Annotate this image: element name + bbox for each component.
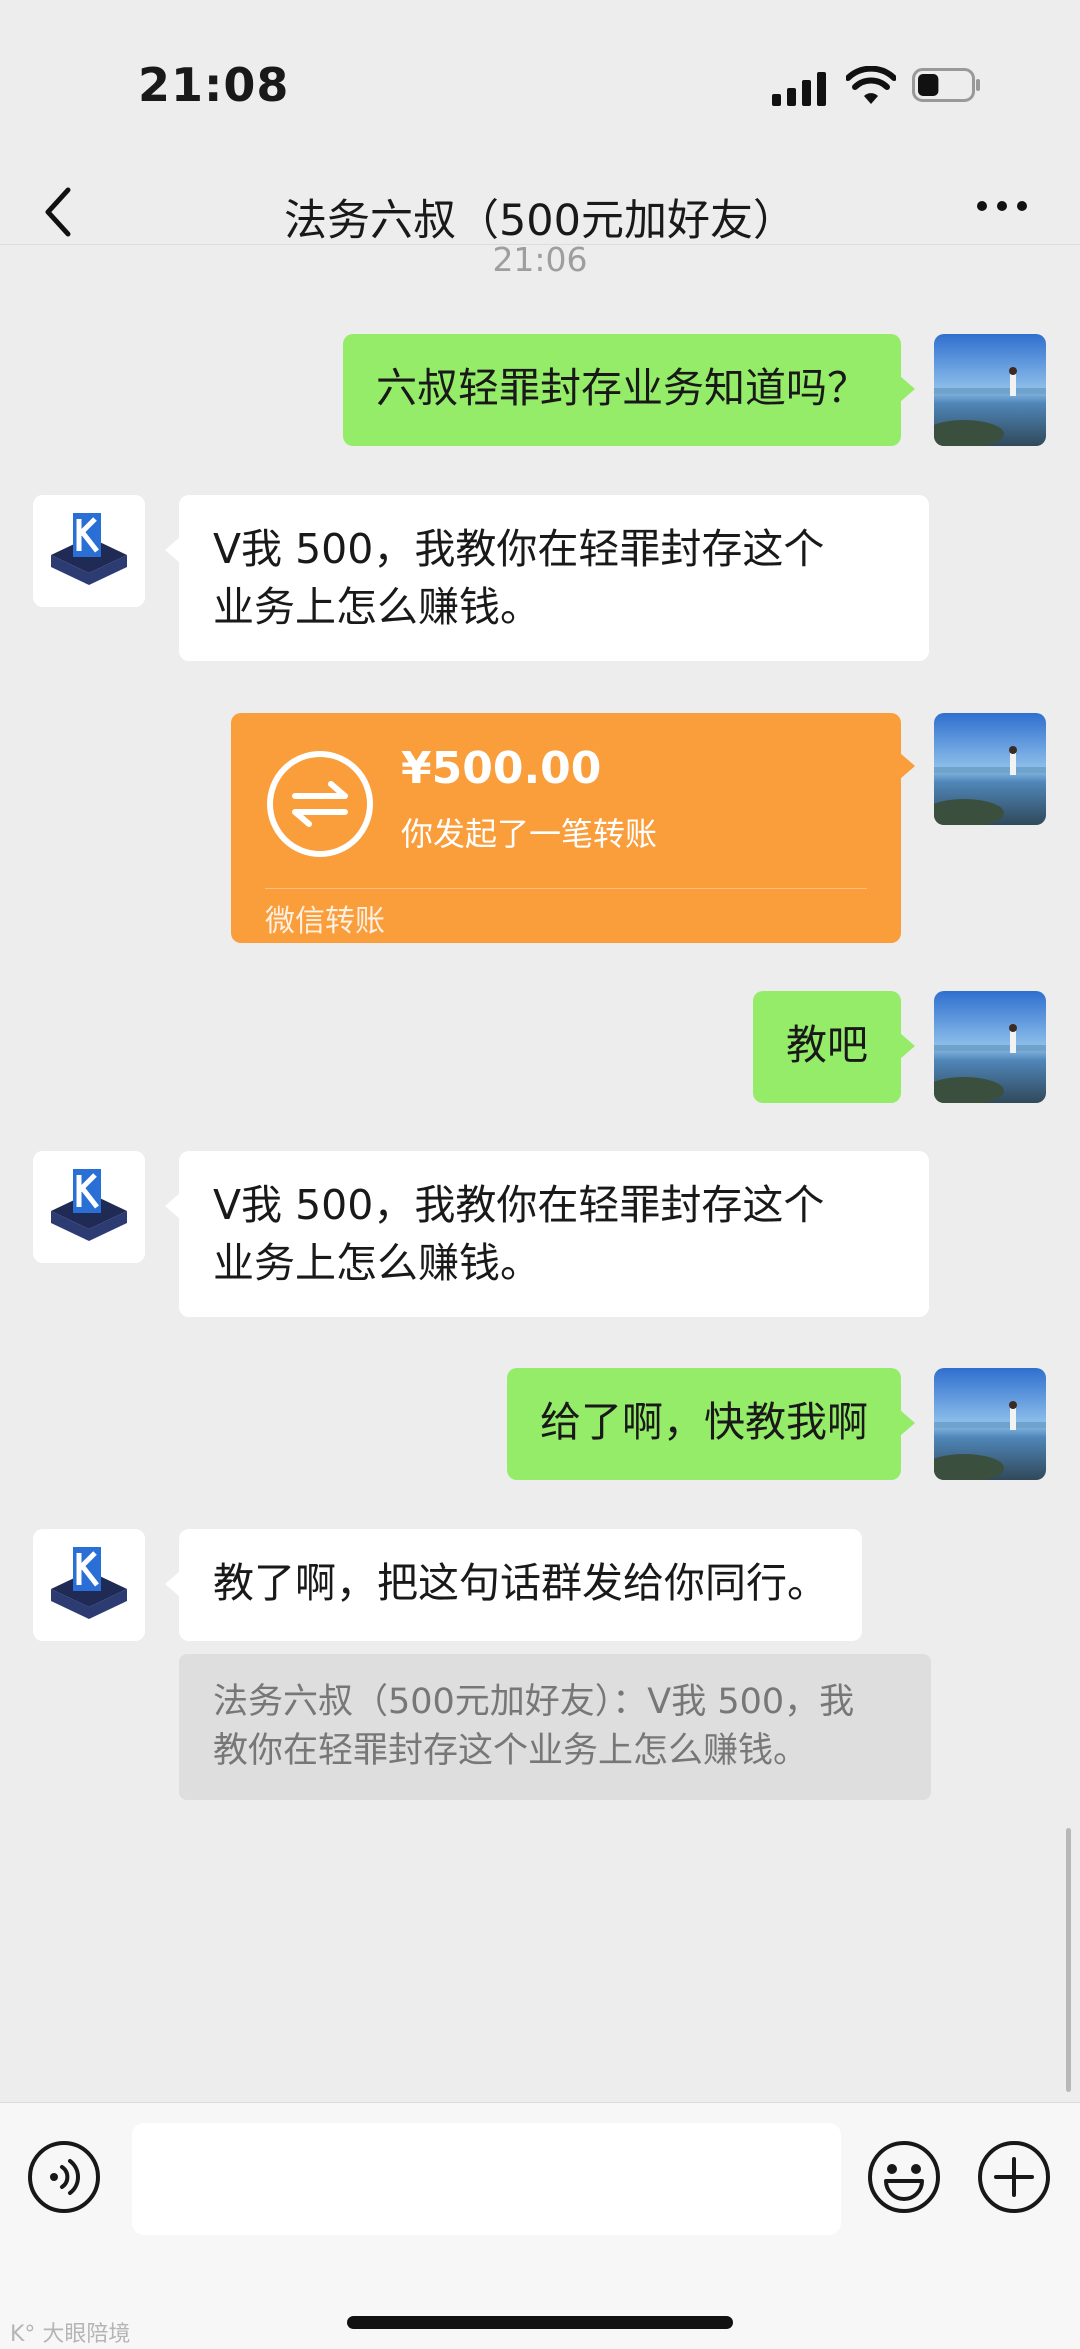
- message-bubble-sent[interactable]: 六叔轻罪封存业务知道吗？: [343, 334, 915, 446]
- battery-icon: [912, 68, 980, 102]
- my-avatar[interactable]: [934, 713, 1046, 825]
- message-text: 教吧: [786, 1021, 868, 1069]
- chat-header: 法务六叔（500元加好友）: [0, 170, 1080, 246]
- my-avatar[interactable]: [934, 1368, 1046, 1480]
- quoted-message[interactable]: 法务六叔（500元加好友）：V我 500，我 教你在轻罪封存这个业务上怎么赚钱。: [179, 1654, 931, 1800]
- quote-text-line: 法务六叔（500元加好友）：V我 500，我: [213, 1682, 855, 1722]
- transfer-divider: [265, 888, 867, 889]
- wifi-icon: [846, 66, 896, 104]
- message-bubble-sent[interactable]: 教吧: [753, 991, 915, 1103]
- scrollbar[interactable]: [1066, 1828, 1071, 2092]
- message-text: 给了啊，快教我啊: [540, 1398, 868, 1446]
- message-text: 教了啊，把这句话群发给你同行。: [213, 1559, 828, 1607]
- message-input[interactable]: [132, 2123, 841, 2235]
- transfer-arrows-icon: [267, 751, 373, 857]
- quote-text-line: 教你在轻罪封存这个业务上怎么赚钱。: [213, 1731, 809, 1771]
- home-indicator[interactable]: [347, 2316, 733, 2329]
- my-avatar[interactable]: [934, 991, 1046, 1103]
- message-text-line: 业务上怎么赚钱。: [213, 583, 541, 631]
- transfer-subtitle: 你发起了一笔转账: [401, 815, 658, 853]
- message-bubble-received[interactable]: V我 500，我教你在轻罪封存这个 业务上怎么赚钱。: [165, 1151, 929, 1317]
- message-bubble-received[interactable]: 教了啊，把这句话群发给你同行。: [165, 1529, 862, 1641]
- transfer-footer: 微信转账: [265, 904, 385, 939]
- more-dots-icon[interactable]: [974, 196, 1030, 216]
- contact-avatar[interactable]: [33, 1529, 145, 1641]
- contact-avatar[interactable]: [33, 495, 145, 607]
- chat-title: 法务六叔（500元加好友）: [283, 196, 797, 246]
- my-avatar[interactable]: [934, 334, 1046, 446]
- contact-avatar[interactable]: [33, 1151, 145, 1263]
- emoji-icon[interactable]: [866, 2139, 942, 2215]
- voice-icon[interactable]: [26, 2139, 102, 2215]
- cellular-signal-icon: [772, 72, 826, 106]
- message-bubble-received[interactable]: V我 500，我教你在轻罪封存这个 业务上怎么赚钱。: [165, 495, 929, 661]
- transfer-amount: ¥500.00: [401, 743, 602, 794]
- message-text: 六叔轻罪封存业务知道吗？: [376, 364, 868, 412]
- message-text-line: V我 500，我教你在轻罪封存这个: [213, 525, 825, 573]
- input-bar: [0, 2102, 1080, 2349]
- status-bar: 21:08: [0, 0, 1080, 170]
- watermark: K° 大眼陪境: [10, 2322, 131, 2347]
- message-text-line: V我 500，我教你在轻罪封存这个: [213, 1181, 825, 1229]
- message-bubble-sent[interactable]: 给了啊，快教我啊: [507, 1368, 915, 1480]
- message-timestamp: 21:06: [492, 240, 588, 279]
- status-time: 21:08: [138, 58, 290, 112]
- transfer-card[interactable]: ¥500.00 你发起了一笔转账 微信转账: [231, 713, 915, 943]
- message-text-line: 业务上怎么赚钱。: [213, 1239, 541, 1287]
- plus-icon[interactable]: [976, 2139, 1052, 2215]
